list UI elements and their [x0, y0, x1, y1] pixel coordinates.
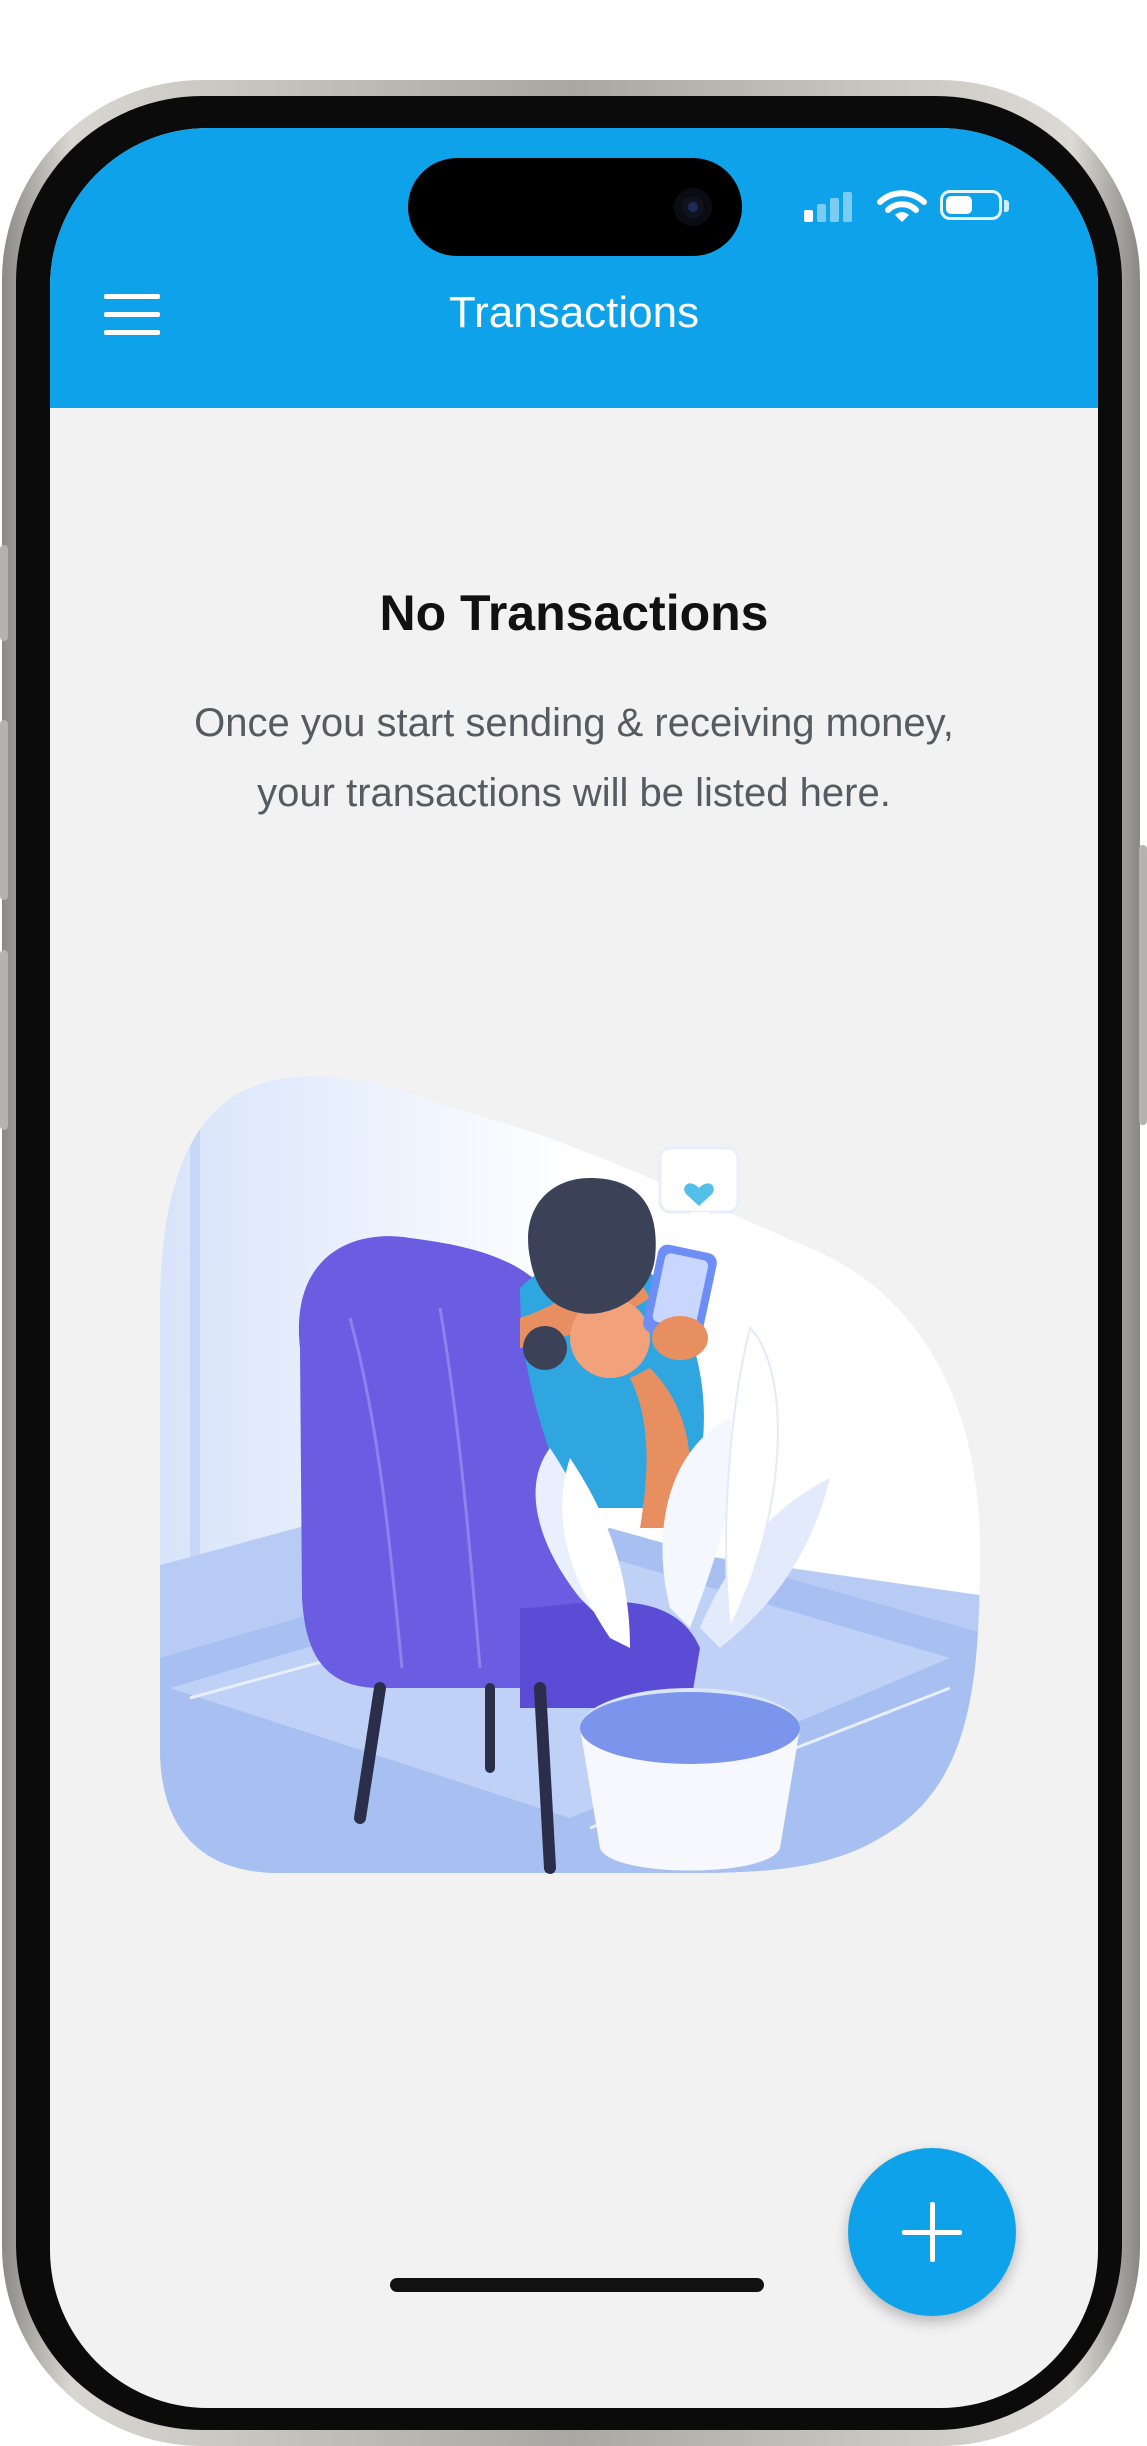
volume-up-button: [0, 720, 8, 900]
home-indicator[interactable]: [390, 2278, 764, 2292]
add-transaction-button[interactable]: [848, 2148, 1016, 2316]
volume-down-button: [0, 950, 8, 1130]
side-button: [1139, 845, 1147, 1125]
app-screen: Transactions No Transactions Once you st…: [50, 128, 1098, 2408]
action-button: [0, 545, 8, 641]
woman-in-chair-with-phone-illustration: [160, 1076, 980, 1874]
